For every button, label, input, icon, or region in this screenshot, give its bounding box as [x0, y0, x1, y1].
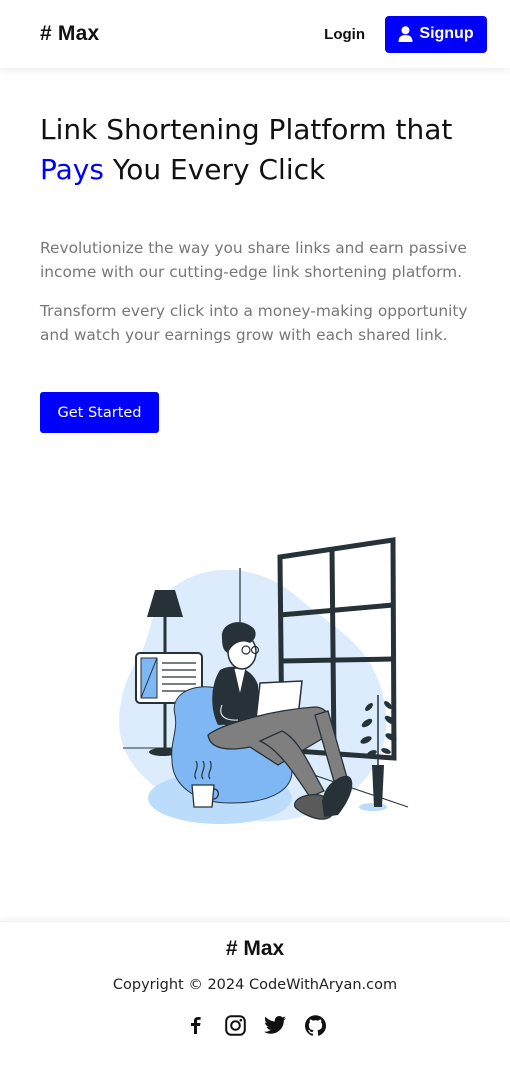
- copyright-text: Copyright © 2024 CodeWithAryan.com: [112, 977, 398, 993]
- brand-logo[interactable]: # Max: [40, 22, 99, 46]
- login-link[interactable]: Login: [324, 26, 365, 43]
- hero-paragraph-1: Revolutionize the way you share links an…: [40, 239, 467, 281]
- hero-title-line1: Link Shortening Platform that: [40, 113, 453, 146]
- signup-button[interactable]: Signup: [385, 15, 487, 53]
- twitter-icon[interactable]: [264, 1014, 286, 1036]
- nav-actions: Login Signup: [324, 15, 487, 53]
- navbar: # Max Login Signup: [0, 0, 510, 68]
- user-icon: [398, 26, 413, 42]
- social-links: [0, 1014, 510, 1036]
- get-started-button[interactable]: Get Started: [40, 392, 159, 433]
- facebook-icon[interactable]: [184, 1014, 206, 1036]
- hero-title-accent: Pays: [40, 153, 104, 186]
- signup-label: Signup: [419, 25, 474, 42]
- instagram-icon[interactable]: [224, 1014, 246, 1036]
- hero-title: Link Shortening Platform that Pays You E…: [40, 110, 480, 190]
- person-with-laptop-illustration: [119, 537, 409, 824]
- hero-title-rest: You Every Click: [103, 153, 326, 186]
- footer: # Max Copyright © 2024 CodeWithAryan.com: [0, 921, 510, 1066]
- hero-paragraph-2: Transform every click into a money-makin…: [40, 302, 468, 344]
- footer-brand[interactable]: # Max: [0, 937, 510, 961]
- github-icon[interactable]: [304, 1014, 326, 1036]
- hero-section: Link Shortening Platform that Pays You E…: [40, 110, 480, 344]
